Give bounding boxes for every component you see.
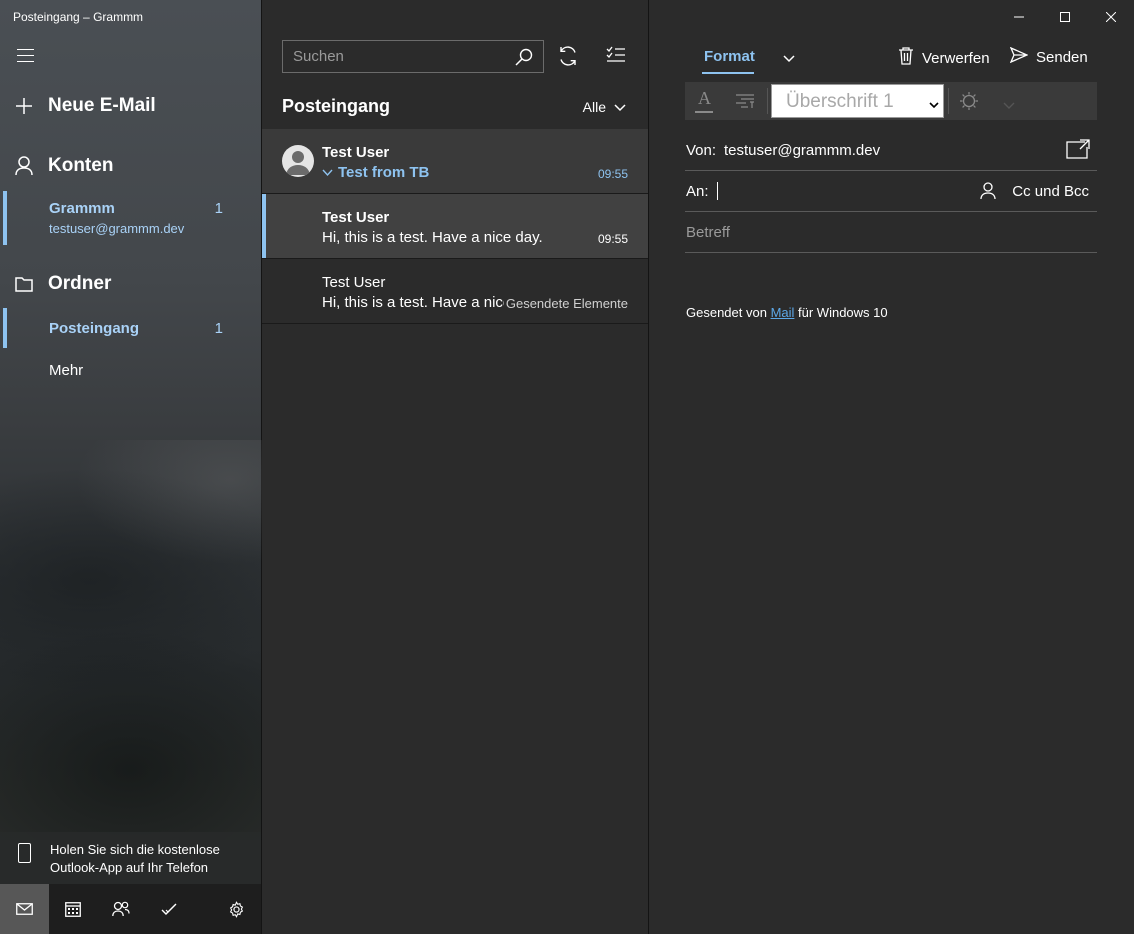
window-title: Posteingang – Grammm (13, 10, 144, 24)
accounts-label: Konten (48, 155, 114, 176)
calendar-icon[interactable] (49, 884, 97, 934)
signature-prefix: Gesendet von (686, 305, 771, 320)
new-mail-button[interactable]: Neue E-Mail (0, 93, 156, 119)
signature: Gesendet von Mail für Windows 10 (686, 305, 888, 320)
styles-icon[interactable] (959, 91, 979, 116)
send-button[interactable]: Senden (1009, 46, 1088, 67)
unread-count: 1 (214, 320, 223, 337)
navigation-pane: Posteingang – Grammm Neue E-Mail Konten … (0, 0, 262, 934)
account-name: Grammm (49, 200, 115, 217)
folders-header[interactable]: Ordner (0, 271, 111, 297)
promo-text: Holen Sie sich die kostenlose Outlook-Ap… (50, 842, 220, 875)
message-folder: Gesendete Elemente (505, 296, 628, 311)
list-title: Posteingang (282, 96, 391, 116)
avatar (282, 145, 314, 177)
new-mail-label: Neue E-Mail (48, 95, 156, 116)
folder-item-inbox[interactable]: Posteingang 1 (3, 308, 261, 348)
unread-count: 1 (214, 200, 223, 217)
sync-icon[interactable] (558, 45, 578, 72)
send-label: Senden (1036, 48, 1088, 66)
outlook-app-promo[interactable]: Holen Sie sich die kostenlose Outlook-Ap… (0, 832, 261, 884)
folders-label: Ordner (48, 273, 112, 294)
discard-button[interactable]: Verwerfen (898, 47, 990, 69)
message-item[interactable]: Test User Hi, this is a test. Have a nic… (262, 194, 648, 259)
close-icon[interactable] (1088, 0, 1134, 34)
chevron-down-icon (929, 96, 939, 114)
text-cursor (717, 182, 718, 200)
send-icon (1009, 46, 1029, 67)
font-color-icon[interactable]: A (698, 88, 711, 109)
pop-out-icon[interactable] (1066, 139, 1090, 164)
person-icon (0, 156, 48, 176)
accounts-header[interactable]: Konten (0, 153, 113, 179)
hamburger-icon[interactable] (17, 49, 34, 63)
from-field: Von: testuser@grammm.dev (685, 130, 1097, 171)
font-color-bar (695, 111, 713, 113)
chevron-down-icon[interactable] (1003, 97, 1015, 115)
from-value[interactable]: testuser@grammm.dev (724, 142, 880, 159)
message-time: 09:55 (597, 232, 628, 246)
bottom-nav (0, 884, 261, 934)
message-sender: Test User (322, 144, 390, 161)
chevron-down-icon[interactable] (783, 50, 795, 68)
search-box (282, 40, 544, 73)
subject-field[interactable]: Betreff (685, 212, 1097, 253)
mail-icon[interactable] (0, 884, 49, 934)
message-item[interactable]: Test User Test from TB 09:55 (262, 129, 648, 194)
message-sender: Test User (322, 209, 390, 226)
from-label: Von: (686, 142, 717, 159)
signature-link[interactable]: Mail (771, 305, 795, 320)
message-item[interactable]: Test User Hi, this is a test. Have a nic… (262, 259, 648, 324)
signature-suffix: für Windows 10 (794, 305, 888, 320)
cc-bcc-button[interactable]: Cc und Bcc (1012, 183, 1089, 200)
selection-indicator (3, 308, 7, 348)
selection-indicator (3, 191, 7, 245)
maximize-icon[interactable] (1042, 0, 1088, 34)
heading-style-value: Überschrift 1 (786, 91, 894, 112)
selection-mode-icon[interactable] (606, 45, 626, 70)
tab-underline (702, 72, 754, 74)
to-label: An: (686, 183, 709, 200)
minimize-icon[interactable] (996, 0, 1042, 34)
background-image (0, 440, 262, 840)
compose-pane: Format Verwerfen Senden A Überschrift 1 … (649, 0, 1134, 934)
message-sender: Test User (322, 274, 386, 291)
chevron-down-icon (322, 169, 333, 177)
filter-label: Alle (582, 99, 606, 115)
phone-icon (18, 843, 31, 863)
chevron-down-icon (614, 99, 626, 115)
mail-app-window: Posteingang – Grammm Neue E-Mail Konten … (0, 0, 1134, 934)
paragraph-format-icon[interactable] (735, 93, 755, 114)
message-preview: Hi, this is a test. Have a nice (322, 294, 504, 311)
message-time: 09:55 (597, 167, 628, 181)
folder-icon (0, 276, 48, 292)
search-icon[interactable] (515, 48, 533, 71)
account-email: testuser@grammm.dev (49, 221, 185, 236)
settings-icon[interactable] (193, 884, 261, 934)
heading-style-select[interactable]: Überschrift 1 (771, 84, 944, 118)
message-list: Test User Test from TB 09:55 Test User H… (262, 129, 648, 324)
account-item-grammm[interactable]: Grammm testuser@grammm.dev 1 (3, 191, 261, 245)
format-toolbar: A Überschrift 1 (685, 82, 1097, 120)
window-controls (996, 0, 1134, 34)
folder-name: Posteingang (49, 320, 140, 337)
plus-icon (0, 97, 48, 115)
tab-format[interactable]: Format (704, 48, 755, 65)
toolbar-divider (948, 88, 949, 114)
subject-placeholder: Betreff (686, 224, 730, 241)
people-icon[interactable] (97, 884, 145, 934)
message-preview: Hi, this is a test. Have a nice day. (322, 229, 543, 246)
message-subject-line: Test from TB (322, 164, 504, 181)
person-icon[interactable] (980, 182, 996, 205)
discard-label: Verwerfen (922, 49, 990, 67)
filter-dropdown[interactable]: Alle (583, 99, 626, 115)
todo-icon[interactable] (145, 884, 193, 934)
search-input[interactable] (283, 41, 508, 72)
more-folders-link[interactable]: Mehr (49, 362, 83, 379)
message-subject: Test from TB (338, 164, 430, 181)
message-list-pane: Posteingang Alle Test User Test from TB … (262, 0, 649, 934)
toolbar-divider (767, 88, 768, 114)
trash-icon (898, 47, 914, 69)
to-field[interactable]: An: Cc und Bcc (685, 171, 1097, 212)
